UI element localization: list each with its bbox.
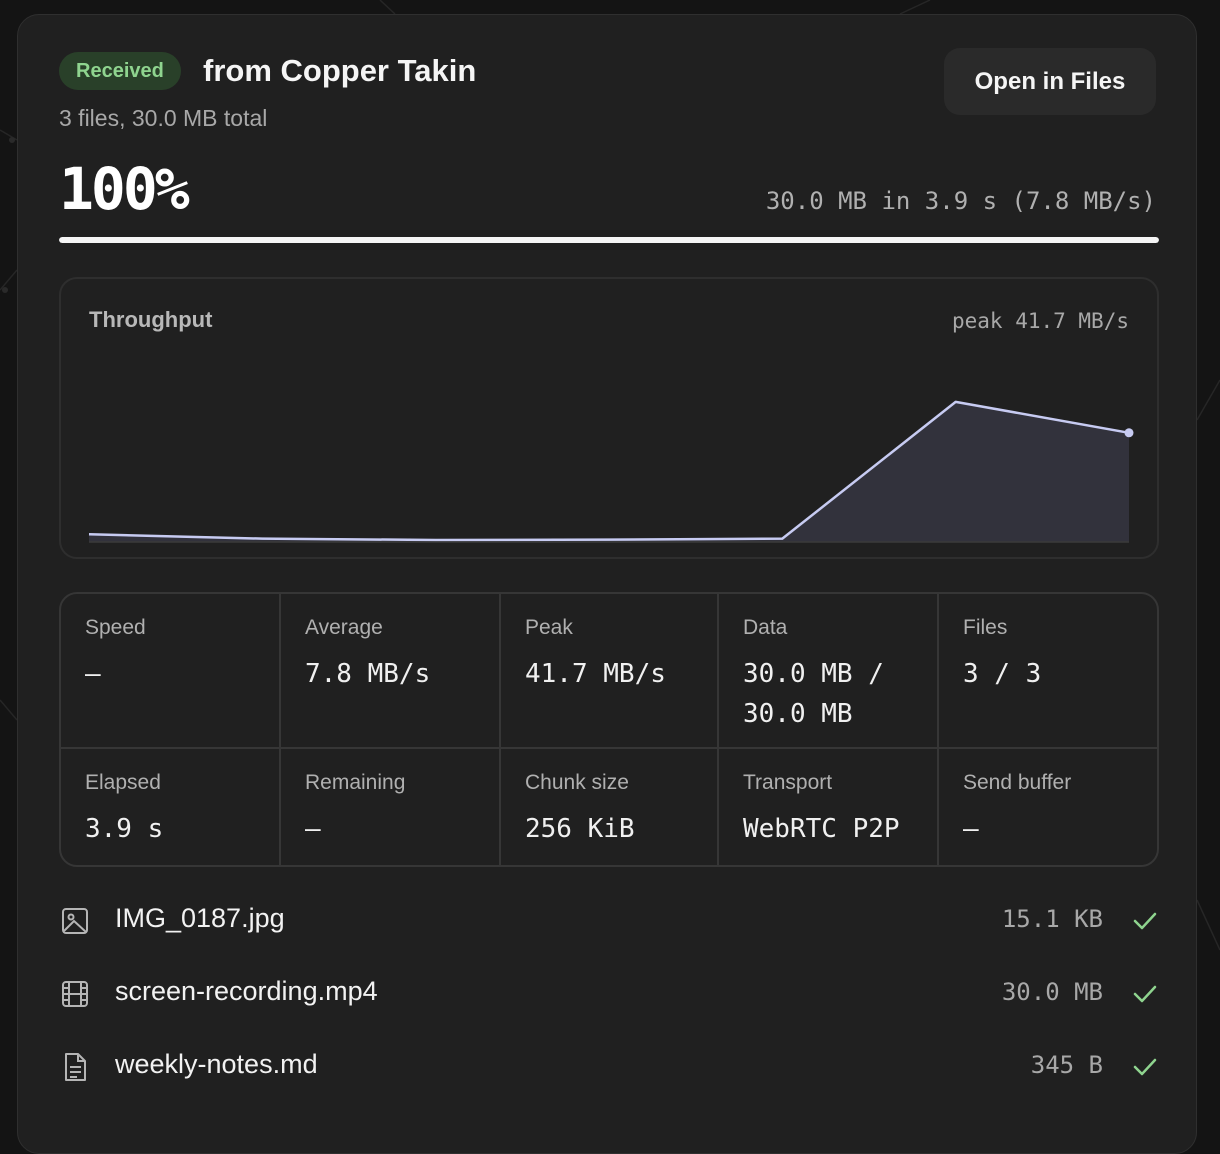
- stat-cell-elapsed: Elapsed 3.9 s: [61, 749, 281, 865]
- progress-percent: 100%: [59, 155, 190, 223]
- stat-label: Send buffer: [963, 771, 1072, 794]
- stat-label: Remaining: [305, 771, 406, 794]
- sender-title: from Copper Takin: [203, 53, 477, 88]
- progress-bar-fill: [59, 237, 1159, 243]
- stat-label: Elapsed: [85, 771, 161, 794]
- document-icon: [65, 1053, 86, 1081]
- file-size: 30.0 MB: [1001, 978, 1103, 1006]
- stat-cell-remaining: Remaining –: [281, 749, 501, 865]
- stat-value: –: [305, 814, 321, 844]
- stat-value: 30.0 MB / 30.0 MB: [743, 659, 884, 729]
- stat-label: Chunk size: [525, 771, 629, 794]
- stat-value: 3.9 s: [85, 814, 164, 844]
- stat-value: 256 KiB: [525, 814, 635, 844]
- check-icon: [1133, 1058, 1157, 1076]
- stat-value: 7.8 MB/s: [305, 659, 431, 689]
- stat-cell-peak: Peak 41.7 MB/s: [501, 594, 719, 749]
- stat-cell-average: Average 7.8 MB/s: [281, 594, 501, 749]
- throughput-area: [89, 401, 1129, 542]
- stat-value: 3 / 3: [963, 659, 1042, 689]
- stat-label: Data: [743, 616, 788, 639]
- stat-value: 41.7 MB/s: [525, 659, 666, 689]
- stat-cell-send-buffer: Send buffer –: [939, 749, 1157, 865]
- stat-label: Speed: [85, 616, 146, 639]
- stat-label: Transport: [743, 771, 833, 794]
- latest-point: [1124, 428, 1134, 438]
- stat-cell-speed: Speed –: [61, 594, 281, 749]
- file-name: IMG_0187.jpg: [115, 903, 285, 933]
- open-in-files-button[interactable]: Open in Files: [944, 48, 1156, 115]
- stat-cell-data: Data 30.0 MB / 30.0 MB: [719, 594, 939, 749]
- check-icon: [1133, 912, 1157, 930]
- file-row[interactable]: weekly-notes.md 345 B: [59, 1043, 1159, 1116]
- stat-cell-transport: Transport WebRTC P2P: [719, 749, 939, 865]
- file-row[interactable]: IMG_0187.jpg 15.1 KB: [59, 897, 1159, 970]
- transfer-summary: 3 files, 30.0 MB total: [59, 105, 268, 131]
- image-icon: [62, 908, 88, 934]
- stat-value: –: [963, 814, 979, 844]
- stat-value: –: [85, 659, 101, 689]
- stat-label: Files: [963, 616, 1008, 639]
- file-row[interactable]: screen-recording.mp4 30.0 MB: [59, 970, 1159, 1043]
- transfer-card: Received from Copper Takin 3 files, 30.0…: [17, 14, 1197, 1154]
- file-name: screen-recording.mp4: [115, 976, 378, 1006]
- stats-grid: Speed – Average 7.8 MB/s Peak 41.7 MB/s Data 30…: [59, 592, 1159, 867]
- stat-cell-files: Files 3 / 3: [939, 594, 1157, 749]
- file-name: weekly-notes.md: [115, 1049, 318, 1079]
- stat-label: Peak: [525, 616, 573, 639]
- stat-cell-chunk-size: Chunk size 256 KiB: [501, 749, 719, 865]
- throughput-plot: [88, 400, 1134, 543]
- transfer-rate-summary: 30.0 MB in 3.9 s (7.8 MB/s): [765, 187, 1156, 215]
- video-icon: [62, 981, 88, 1007]
- check-icon: [1133, 985, 1157, 1003]
- throughput-chart: Throughput peak 41.7 MB/s: [59, 277, 1159, 559]
- stat-value: WebRTC P2P: [743, 814, 900, 844]
- status-badge: Received: [59, 52, 181, 90]
- file-size: 15.1 KB: [1001, 905, 1103, 933]
- progress-bar: [59, 237, 1159, 243]
- file-list: IMG_0187.jpg 15.1 KB screen-recording.mp4 3…: [59, 897, 1159, 1116]
- file-size: 345 B: [1030, 1051, 1103, 1079]
- stat-label: Average: [305, 616, 383, 639]
